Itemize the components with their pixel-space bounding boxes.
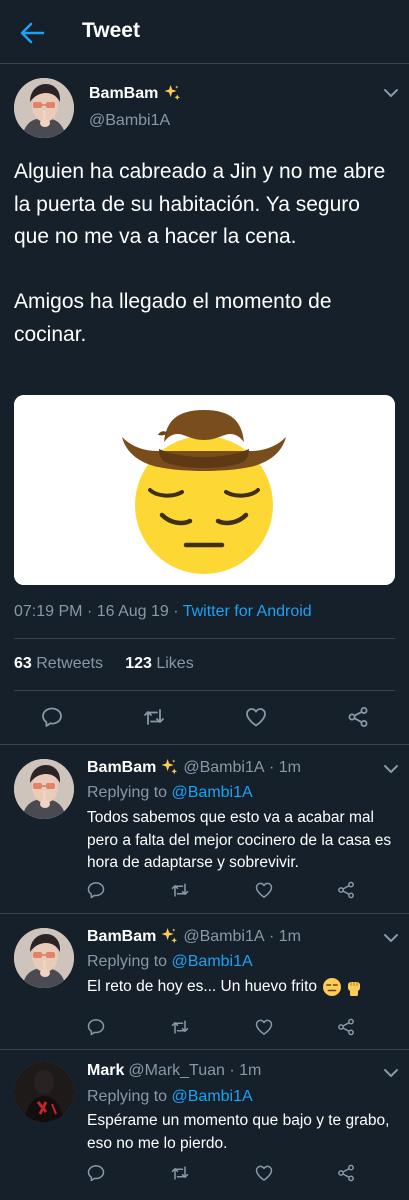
replying-to: Replying to @Bambi1A	[87, 784, 253, 802]
divider	[14, 690, 395, 691]
replying-label: Replying to	[87, 1088, 168, 1105]
reply-tweet[interactable]: Mark @Mark_Tuan · 1m Replying to @Bambi1…	[0, 1050, 409, 1200]
back-arrow-icon[interactable]	[18, 20, 46, 46]
reply-text-row: El reto de hoy es... Un huevo frito	[87, 976, 402, 999]
share-icon[interactable]	[346, 705, 370, 729]
avatar[interactable]	[14, 928, 74, 988]
chevron-down-icon[interactable]	[383, 1067, 399, 1079]
replying-label: Replying to	[87, 953, 168, 970]
share-icon[interactable]	[336, 1017, 356, 1037]
replying-label: Replying to	[87, 784, 168, 801]
reply-icon[interactable]	[86, 880, 106, 900]
author-handle[interactable]: @Bambi1A	[89, 112, 170, 130]
reply-header: BamBam @Bambi1A · 1m	[87, 758, 301, 777]
reply-icon[interactable]	[86, 1017, 106, 1037]
author-name[interactable]: BamBam	[87, 759, 156, 777]
retweet-icon[interactable]	[170, 880, 190, 900]
reply-tweet[interactable]: BamBam @Bambi1A · 1m Replying to @Bambi1…	[0, 745, 409, 913]
replying-to-link[interactable]: @Bambi1A	[172, 784, 253, 801]
reply-time: 1m	[278, 758, 301, 776]
reply-header: Mark @Mark_Tuan · 1m	[87, 1062, 261, 1080]
reply-text: El reto de hoy es... Un huevo frito	[87, 978, 318, 995]
expressionless-face-emoji-icon	[323, 978, 342, 997]
reply-time: 1m	[278, 927, 301, 945]
like-icon[interactable]	[254, 1163, 274, 1183]
author-handle[interactable]: @Bambi1A	[183, 759, 264, 777]
sparkles-emoji-icon	[160, 927, 179, 946]
page-title: Tweet	[82, 19, 140, 42]
divider	[14, 638, 395, 639]
reply-icon[interactable]	[40, 705, 64, 729]
retweet-count[interactable]: 63	[14, 655, 32, 672]
reply-text: Espérame un momento que bajo y te grabo,…	[87, 1112, 390, 1152]
chevron-down-icon[interactable]	[383, 932, 399, 944]
replying-to-link[interactable]: @Bambi1A	[172, 953, 253, 970]
author-name[interactable]: BamBam	[87, 928, 156, 946]
author-name[interactable]: BamBam	[89, 84, 182, 103]
retweet-icon[interactable]	[170, 1017, 190, 1037]
like-icon[interactable]	[254, 880, 274, 900]
retweet-icon[interactable]	[142, 705, 166, 729]
author-handle[interactable]: @Bambi1A	[183, 928, 264, 946]
author-name-text: BamBam	[89, 84, 159, 102]
reply-actions	[86, 1163, 361, 1185]
like-icon[interactable]	[244, 705, 268, 729]
tweet-time: 07:19 PM	[14, 603, 83, 620]
avatar[interactable]	[14, 78, 74, 138]
reply-icon[interactable]	[86, 1163, 106, 1183]
cowboy-pensive-face-icon	[14, 395, 395, 585]
share-icon[interactable]	[336, 880, 356, 900]
author-handle[interactable]: @Mark_Tuan	[128, 1062, 225, 1080]
avatar[interactable]	[14, 759, 74, 819]
author-name[interactable]: Mark	[87, 1062, 124, 1080]
chevron-down-icon[interactable]	[383, 763, 399, 775]
avatar[interactable]	[14, 1062, 74, 1122]
reply-header: BamBam @Bambi1A · 1m	[87, 927, 301, 946]
replying-to-link[interactable]: @Bambi1A	[172, 1088, 253, 1105]
chevron-down-icon[interactable]	[383, 87, 399, 99]
reply-actions	[86, 1017, 361, 1039]
tweet-stats: 63 Retweets 123 Likes	[14, 655, 194, 673]
replying-to: Replying to @Bambi1A	[87, 953, 253, 971]
meta-separator: ·	[264, 758, 279, 776]
replying-to: Replying to @Bambi1A	[87, 1088, 253, 1106]
reply-time: 1m	[239, 1062, 262, 1079]
meta-separator: ·	[86, 603, 97, 620]
likes-label[interactable]: Likes	[156, 655, 193, 672]
reply-tweet[interactable]: BamBam @Bambi1A · 1m Replying to @Bambi1…	[0, 914, 409, 1049]
reply-actions	[86, 880, 361, 902]
tweet-date: 16 Aug 19	[96, 603, 169, 620]
sparkles-emoji-icon	[163, 84, 182, 103]
raised-fist-emoji-icon	[348, 982, 361, 997]
retweets-label[interactable]: Retweets	[36, 655, 103, 672]
top-bar: Tweet	[0, 0, 409, 64]
share-icon[interactable]	[336, 1163, 356, 1183]
reply-text: Todos sabemos que esto va a acabar mal p…	[87, 809, 392, 871]
sparkles-emoji-icon	[160, 758, 179, 777]
like-count[interactable]: 123	[125, 655, 152, 672]
tweet-actions	[40, 705, 370, 731]
tweet-text: Alguien ha cabreado a Jin y no me abre l…	[14, 160, 386, 346]
like-icon[interactable]	[254, 1017, 274, 1037]
tweet-meta: 07:19 PM · 16 Aug 19 · Twitter for Andro…	[14, 603, 312, 621]
meta-separator: ·	[224, 1062, 240, 1079]
tweet-source-link[interactable]: Twitter for Android	[183, 603, 312, 620]
meta-separator: ·	[173, 603, 183, 620]
retweet-icon[interactable]	[170, 1163, 190, 1183]
tweet-image[interactable]	[14, 395, 395, 585]
meta-separator: ·	[264, 927, 279, 945]
